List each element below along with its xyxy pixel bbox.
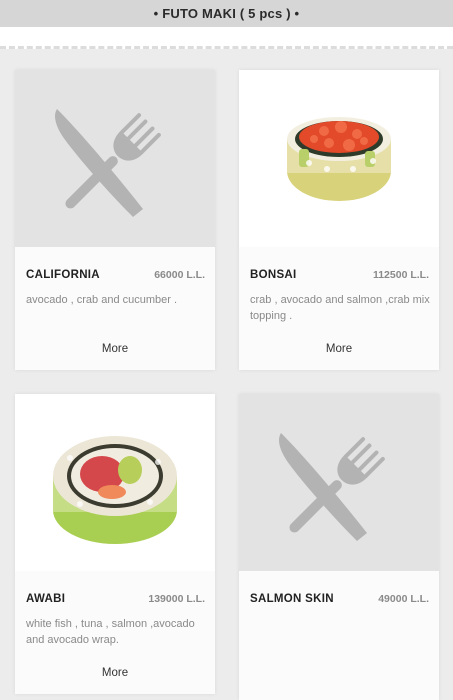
menu-item-price: 66000 L.L. [154,269,205,281]
section-header: • FUTO MAKI ( 5 pcs ) • [0,0,453,27]
menu-item-card-awabi[interactable]: AWABI 139000 L.L. white fish , tuna , sa… [15,394,215,694]
menu-item-name: SALMON SKIN [250,593,334,605]
menu-item-description: white fish , tuna , salmon ,avocado and … [26,618,195,646]
awabi-roll-photo [53,435,177,544]
menu-item-name: CALIFORNIA [26,269,100,281]
menu-item-info: BONSAI 112500 L.L. crab , avocado and sa… [239,247,439,370]
menu-item-card-california[interactable]: CALIFORNIA 66000 L.L. avocado , crab and… [15,70,215,370]
bonsai-roll-photo [287,116,391,201]
section-divider [0,27,453,49]
menu-item-price: 49000 L.L. [378,593,429,605]
more-button[interactable]: More [15,343,215,355]
menu-item-price: 139000 L.L. [148,593,205,605]
more-button[interactable]: More [239,343,439,355]
menu-item-info: CALIFORNIA 66000 L.L. avocado , crab and… [15,247,215,370]
dish-photo [15,394,215,571]
menu-item-description: crab , avocado and salmon ,crab mix topp… [250,294,430,322]
menu-item-card-salmon-skin[interactable]: SALMON SKIN 49000 L.L. [239,394,439,700]
more-button[interactable]: More [15,667,215,679]
section-title: • FUTO MAKI ( 5 pcs ) • [153,6,300,21]
menu-item-card-bonsai[interactable]: BONSAI 112500 L.L. crab , avocado and sa… [239,70,439,370]
menu-item-name: AWABI [26,593,66,605]
menu-item-price: 112500 L.L. [372,269,429,281]
utensils-placeholder-icon [279,432,385,541]
menu-item-description: avocado , crab and cucumber . [26,294,178,306]
dish-image-placeholder [15,70,215,247]
menu-item-info: SALMON SKIN 49000 L.L. [239,571,439,700]
dish-image-placeholder [239,394,439,571]
menu-item-name: BONSAI [250,269,297,281]
utensils-placeholder-icon [55,108,161,217]
dish-photo [239,70,439,247]
menu-item-info: AWABI 139000 L.L. white fish , tuna , sa… [15,571,215,694]
